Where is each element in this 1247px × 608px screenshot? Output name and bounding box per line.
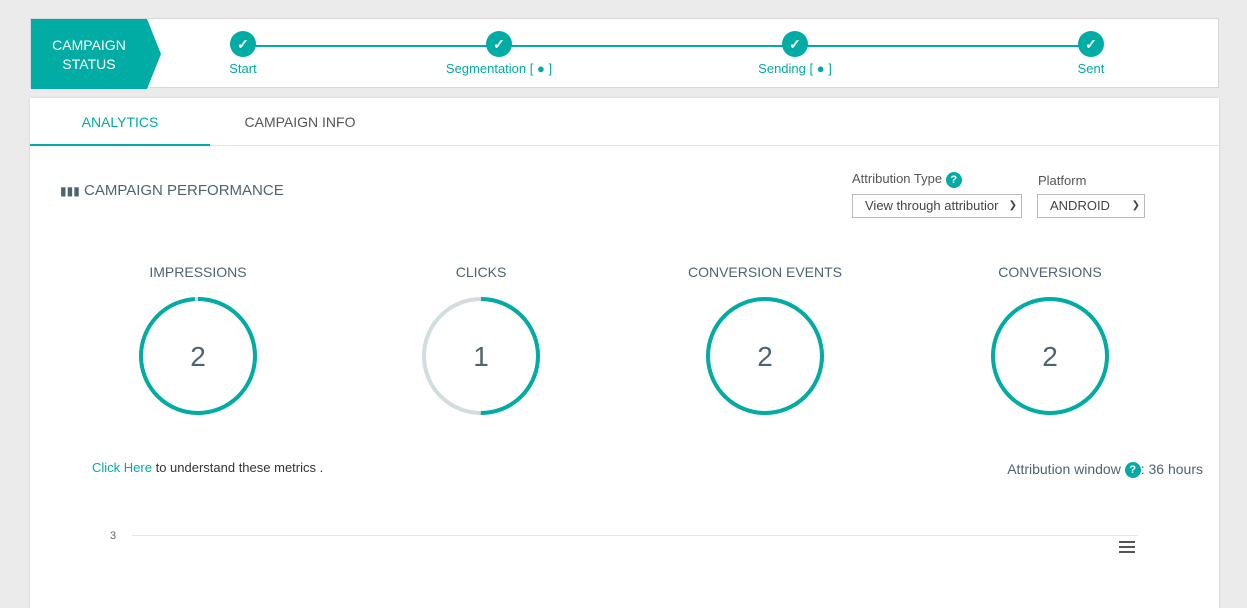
metric-name: CLICKS [455,264,507,280]
metric-conversion-events: CONVERSION EVENTS 2 [645,264,885,418]
bar-chart-icon: ▮▮▮ [60,184,80,198]
chevron-down-icon: ❯ [1129,195,1140,217]
chevron-down-icon: ❯ [1006,195,1017,217]
status-step: ✓ Sending [ ● ] [695,31,895,76]
chart-menu-icon[interactable] [1119,541,1135,556]
metric-value: 1 [473,341,489,372]
metric-ring: 2 [706,297,824,415]
metric-impressions: IMPRESSIONS 2 [78,264,318,418]
metric-ring: 1 [422,297,540,415]
attribution-window: Attribution window ?: 36 hours [1007,461,1203,479]
campaign-status-badge: CAMPAIGN STATUS [31,19,161,89]
tab-analytics[interactable]: ANALYTICS [30,98,210,146]
platform-label: Platform [1038,173,1087,188]
metric-name: CONVERSION EVENTS [687,264,843,280]
attribution-type-label: Attribution Type ? [852,171,962,188]
analytics-card: ANALYTICS CAMPAIGN INFO ▮▮▮ CAMPAIGN PER… [30,98,1219,608]
tab-campaign-info[interactable]: CAMPAIGN INFO [210,98,390,146]
metric-value: 2 [757,341,773,372]
attribution-type-select[interactable]: View through attributior ❯ [852,194,1022,218]
section-title: ▮▮▮ CAMPAIGN PERFORMANCE [60,182,284,199]
check-icon: ✓ [782,31,808,57]
metrics-help-note: Click Here to understand these metrics . [92,460,324,475]
metric-ring: 2 [991,297,1109,415]
android-icon: ● [816,61,825,76]
campaign-status-bar: CAMPAIGN STATUS ✓ Start ✓ Segmentation [ ● … [30,18,1219,89]
help-icon[interactable]: ? [945,171,962,188]
step-label: Segmentation [ ● ] [445,61,553,76]
status-step: ✓ Segmentation [ ● ] [399,31,599,76]
status-step: ✓ Sent [991,31,1191,76]
gridline [132,535,1138,536]
metric-value: 2 [1042,341,1058,372]
y-tick-label: 3 [110,530,117,542]
android-icon: ● [536,61,545,76]
help-icon[interactable]: ? [1124,462,1141,479]
step-label: Sending [ ● ] [758,61,832,76]
progress-line [243,45,1091,47]
metric-ring: 2 [139,297,257,415]
metric-name: IMPRESSIONS [149,264,247,280]
metric-clicks: CLICKS 1 [361,264,601,418]
platform-select[interactable]: ANDROID ❯ [1037,194,1145,218]
step-label: Start [229,61,257,76]
section-title-text: CAMPAIGN PERFORMANCE [83,182,284,199]
metric-name: CONVERSIONS [998,264,1102,280]
click-here-link[interactable]: Click Here [92,460,152,475]
check-icon: ✓ [230,31,256,57]
metric-value: 2 [190,341,206,372]
status-step: ✓ Start [143,31,343,76]
check-icon: ✓ [486,31,512,57]
metric-conversions: CONVERSIONS 2 [930,264,1170,418]
step-label: Sent [1077,61,1105,76]
check-icon: ✓ [1078,31,1104,57]
